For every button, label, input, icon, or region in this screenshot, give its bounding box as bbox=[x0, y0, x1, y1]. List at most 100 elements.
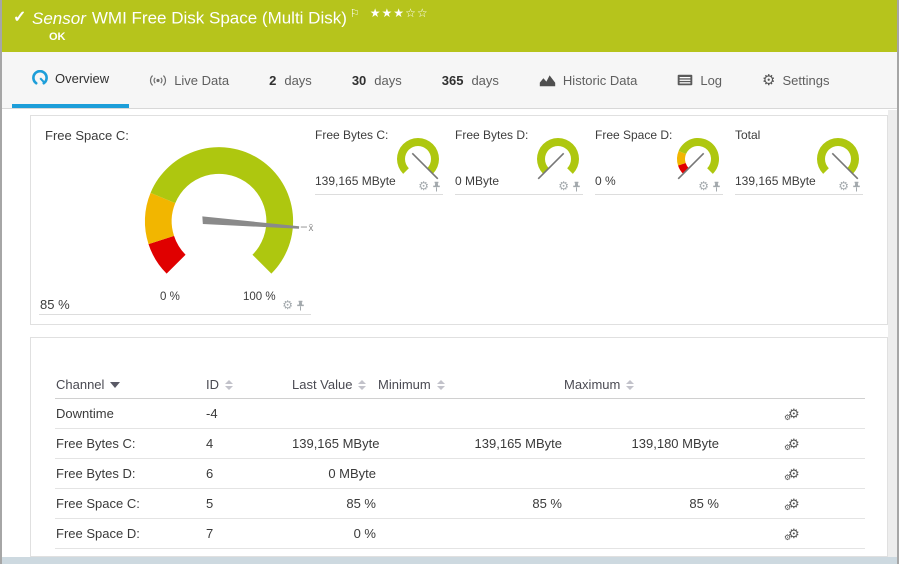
gauge-value: 0 MByte bbox=[455, 174, 499, 188]
window-border-left bbox=[0, 0, 2, 564]
table-row: Free Bytes C: 4 139,165 MByte 139,165 MB… bbox=[55, 429, 865, 459]
pin-icon[interactable] bbox=[712, 181, 721, 192]
maximum-value bbox=[563, 519, 720, 549]
tab-label: Overview bbox=[55, 71, 109, 86]
tab-label: Log bbox=[700, 73, 722, 88]
ok-check-icon: ✓ bbox=[13, 7, 26, 27]
tab-365-days[interactable]: 365 days bbox=[422, 52, 519, 108]
gear-icon[interactable]: ⚙ bbox=[418, 180, 429, 192]
live-data-icon bbox=[149, 74, 167, 87]
tab-label: Historic Data bbox=[563, 73, 637, 88]
gauge-title: Total bbox=[735, 128, 760, 142]
avg-marker: x̄ bbox=[309, 223, 314, 234]
tab-number: 2 bbox=[269, 73, 276, 88]
minimum-value bbox=[377, 459, 563, 489]
gear-icon[interactable]: ⚙ bbox=[282, 299, 293, 311]
tab-historic-data[interactable]: Historic Data bbox=[519, 52, 657, 108]
historic-chart-icon bbox=[539, 74, 556, 87]
status-ok-label: OK bbox=[49, 31, 66, 43]
channel-id: 5 bbox=[205, 489, 291, 519]
scrollbar-track[interactable] bbox=[888, 110, 897, 557]
minimum-value bbox=[377, 399, 563, 429]
channel-id: 6 bbox=[205, 459, 291, 489]
channel-settings-icon[interactable]: ⚙⚙ bbox=[788, 437, 800, 450]
tab-label: days bbox=[471, 73, 498, 88]
table-row: Free Space D: 7 0 % ⚙⚙ bbox=[55, 519, 865, 549]
page-title-line: Sensor WMI Free Disk Space (Multi Disk)⚐ ★… bbox=[32, 6, 429, 29]
pin-icon[interactable] bbox=[296, 300, 305, 311]
col-header-channel[interactable]: Channel bbox=[55, 370, 205, 399]
minimum-value bbox=[377, 519, 563, 549]
gauge-icon bbox=[32, 70, 48, 86]
tab-30-days[interactable]: 30 days bbox=[332, 52, 422, 108]
channel-settings-icon[interactable]: ⚙⚙ bbox=[788, 467, 800, 480]
last-value: 0 % bbox=[291, 519, 377, 549]
maximum-value bbox=[563, 459, 720, 489]
pin-icon[interactable] bbox=[572, 181, 581, 192]
col-header-actions bbox=[720, 370, 865, 399]
sensor-kind-label: Sensor bbox=[32, 9, 86, 28]
pin-icon[interactable] bbox=[432, 181, 441, 192]
col-header-last-value[interactable]: Last Value bbox=[291, 370, 377, 399]
channel-name: Free Space D: bbox=[55, 519, 205, 549]
sort-desc-icon bbox=[110, 382, 120, 388]
mini-gauge-free-bytes-c: Free Bytes C: 139,165 MByte ⚙ bbox=[315, 124, 443, 195]
maximum-value bbox=[563, 399, 720, 429]
tab-settings[interactable]: ⚙ Settings bbox=[742, 52, 849, 108]
channel-name: Downtime bbox=[55, 399, 205, 429]
gauge-controls: ⚙ bbox=[838, 180, 861, 192]
gauge-value: 0 % bbox=[595, 174, 616, 188]
gauge-controls: ⚙ bbox=[558, 180, 581, 192]
tab-bar: Overview Live Data 2 days 30 days 365 bbox=[2, 52, 897, 109]
maximum-value: 139,180 MByte bbox=[563, 429, 720, 459]
tab-label: days bbox=[284, 73, 311, 88]
gauge-title: Free Space D: bbox=[595, 128, 672, 142]
tab-log[interactable]: Log bbox=[657, 52, 742, 108]
col-header-minimum[interactable]: Minimum bbox=[377, 370, 563, 399]
gear-icon[interactable]: ⚙ bbox=[838, 180, 849, 192]
status-header: ✓ Sensor WMI Free Disk Space (Multi Disk)… bbox=[2, 0, 897, 52]
gauge-title: Free Bytes D: bbox=[455, 128, 528, 142]
priority-flag-icon[interactable]: ⚐ bbox=[350, 8, 360, 20]
gauge-title: Free Bytes C: bbox=[315, 128, 388, 142]
last-value: 85 % bbox=[291, 489, 377, 519]
gear-icon[interactable]: ⚙ bbox=[558, 180, 569, 192]
page-title: WMI Free Disk Space (Multi Disk) bbox=[92, 9, 347, 28]
last-value: 139,165 MByte bbox=[291, 429, 377, 459]
gauge-controls: ⚙ bbox=[282, 299, 305, 311]
gauge-value: 85 % bbox=[40, 297, 70, 312]
col-header-id[interactable]: ID bbox=[205, 370, 291, 399]
sort-icon bbox=[437, 380, 445, 390]
channel-settings-icon[interactable]: ⚙⚙ bbox=[788, 407, 800, 420]
table-header-row: Channel ID Last Value Minimum Maximum bbox=[55, 370, 865, 399]
table-row: Free Space C: 5 85 % 85 % 85 % ⚙⚙ bbox=[55, 489, 865, 519]
tab-label: days bbox=[374, 73, 401, 88]
tab-2-days[interactable]: 2 days bbox=[249, 52, 332, 108]
sensor-page: ✓ Sensor WMI Free Disk Space (Multi Disk)… bbox=[0, 0, 899, 564]
tab-label: Settings bbox=[783, 73, 830, 88]
gear-icon[interactable]: ⚙ bbox=[698, 180, 709, 192]
star-rating[interactable]: ★★★☆☆ bbox=[370, 6, 429, 20]
tab-live-data[interactable]: Live Data bbox=[129, 52, 249, 108]
channel-settings-icon[interactable]: ⚙⚙ bbox=[788, 527, 800, 540]
channel-id: -4 bbox=[205, 399, 291, 429]
channel-name: Free Bytes D: bbox=[55, 459, 205, 489]
channel-settings-icon[interactable]: ⚙⚙ bbox=[788, 497, 800, 510]
tab-number: 30 bbox=[352, 73, 366, 88]
channel-table: Channel ID Last Value Minimum Maximum Do… bbox=[55, 370, 865, 564]
tab-label: Live Data bbox=[174, 73, 229, 88]
last-value bbox=[291, 399, 377, 429]
settings-gear-icon: ⚙ bbox=[762, 71, 775, 89]
sort-icon bbox=[626, 380, 634, 390]
mini-gauge-free-space-d: Free Space D: 0 % ⚙ bbox=[595, 124, 723, 195]
gauge-controls: ⚙ bbox=[418, 180, 441, 192]
window-bottom-bar bbox=[2, 557, 897, 564]
main-gauge-block: Free Space C: x̄ 0 % 100 % 85 % ⚙ bbox=[39, 122, 311, 315]
tab-overview[interactable]: Overview bbox=[12, 52, 129, 108]
tab-number: 365 bbox=[442, 73, 464, 88]
pin-icon[interactable] bbox=[852, 181, 861, 192]
col-header-maximum[interactable]: Maximum bbox=[563, 370, 720, 399]
channel-id: 4 bbox=[205, 429, 291, 459]
sort-icon bbox=[358, 380, 366, 390]
gauge-value: 139,165 MByte bbox=[735, 174, 816, 188]
